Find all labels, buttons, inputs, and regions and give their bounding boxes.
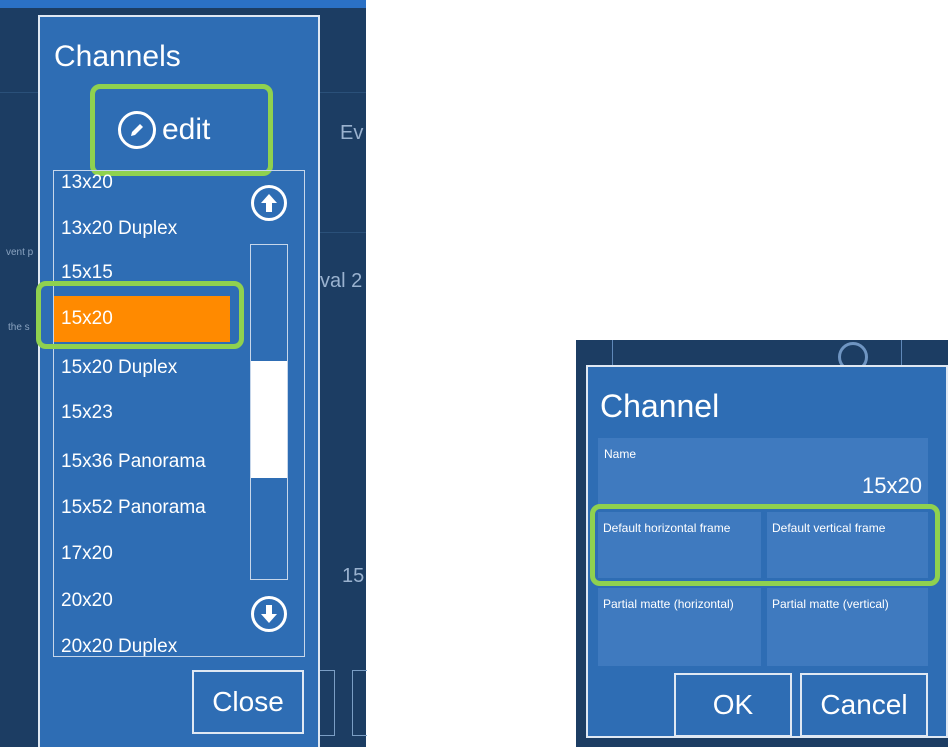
background-text-ev: Ev bbox=[340, 122, 364, 144]
background-small-text: the s bbox=[8, 322, 30, 333]
background-text-15: 15 bbox=[342, 565, 365, 587]
dialog-title: Channel bbox=[600, 388, 720, 424]
background-divider bbox=[320, 232, 366, 233]
cancel-button[interactable]: Cancel bbox=[800, 673, 928, 737]
list-item[interactable]: 15x20 Duplex bbox=[61, 357, 177, 379]
background-divider bbox=[320, 92, 366, 93]
arrow-up-icon bbox=[261, 194, 277, 212]
list-item[interactable]: 17x20 bbox=[61, 543, 113, 565]
arrow-down-icon bbox=[261, 605, 277, 623]
list-item[interactable]: 13x20 Duplex bbox=[61, 218, 177, 240]
window-top-bar bbox=[0, 0, 366, 8]
list-item[interactable]: 13x20 bbox=[61, 172, 113, 194]
panel-title: Channels bbox=[54, 40, 181, 73]
name-label: Name bbox=[604, 447, 637, 461]
highlight-frames bbox=[590, 504, 940, 586]
partial-matte-vertical-label: Partial matte (vertical) bbox=[772, 597, 889, 611]
highlight-edit bbox=[90, 84, 273, 176]
background-button-edge bbox=[352, 670, 367, 736]
list-item[interactable]: 15x36 Panorama bbox=[61, 451, 206, 473]
ok-button[interactable]: OK bbox=[674, 673, 792, 737]
list-item[interactable]: 15x52 Panorama bbox=[61, 497, 206, 519]
background-text-val: val 2 bbox=[320, 270, 363, 292]
scroll-down-button[interactable] bbox=[251, 596, 287, 632]
list-item[interactable]: 20x20 Duplex bbox=[61, 636, 177, 658]
background-divider bbox=[0, 92, 38, 93]
list-item[interactable]: 15x23 bbox=[61, 402, 113, 424]
scrollbar-thumb[interactable] bbox=[251, 361, 287, 478]
list-item[interactable]: 20x20 bbox=[61, 590, 113, 612]
scroll-up-button[interactable] bbox=[251, 185, 287, 221]
background-button-edge bbox=[320, 670, 335, 736]
close-button[interactable]: Close bbox=[192, 670, 304, 734]
background-small-text: vent p bbox=[6, 247, 34, 258]
name-value: 15x20 bbox=[862, 473, 922, 498]
highlight-selected-item bbox=[36, 281, 244, 349]
partial-matte-horizontal-label: Partial matte (horizontal) bbox=[603, 597, 734, 611]
